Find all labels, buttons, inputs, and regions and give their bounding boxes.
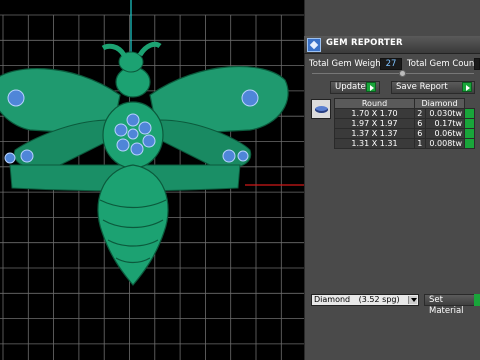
row-play-icon[interactable] [464,108,475,119]
table-row[interactable]: 1.37 X 1.37 6 0.06tw [334,128,475,139]
update-button-label: Update [335,82,366,92]
row-play-icon[interactable] [464,138,475,149]
update-play-icon[interactable] [366,82,376,92]
row-play-icon[interactable] [464,118,475,129]
total-gem-weight-label: Total Gem Weight [309,59,384,69]
material-select[interactable]: Diamond (3.52 spg) [311,294,419,306]
dropdown-arrow-icon[interactable] [408,296,417,304]
row-play-icon[interactable] [464,128,475,139]
panel-slider-handle[interactable] [399,70,406,77]
bee-model[interactable] [0,41,289,286]
table-row[interactable]: 1.97 X 1.97 6 0.17tw [334,118,475,129]
gem-size: 1.97 X 1.97 [334,118,415,129]
gem-weight: 0.17tw [424,118,466,129]
gem-table: Round Diamond 1.70 X 1.70 2 0.030tw 1.97… [334,98,475,149]
gem-reporter-logo-icon [307,38,321,52]
gem-size: 1.37 X 1.37 [334,128,415,139]
table-row[interactable]: 1.70 X 1.70 2 0.030tw [334,108,475,119]
panel-title: GEM REPORTER [326,38,403,48]
gem-count: 6 [414,128,426,139]
save-report-play-icon[interactable] [462,82,472,92]
col-header-round: Round [334,98,415,109]
save-report-button-label: Save Report [396,82,448,92]
gem-count: 6 [414,118,426,129]
set-material-play-icon[interactable] [474,294,480,306]
col-header-diamond: Diamond [414,98,465,109]
total-gem-count-label: Total Gem Count [407,59,478,69]
gem-size: 1.31 X 1.31 [334,138,415,149]
set-material-label: Set Material [429,295,464,316]
material-spg: (3.52 spg) [358,295,400,304]
gem-weight: 0.030tw [424,108,466,119]
material-name: Diamond [314,295,351,304]
gem-count: 2 [414,108,426,119]
3d-viewport[interactable] [0,0,304,360]
panel-titlebar[interactable]: GEM REPORTER [304,36,480,54]
gem-size: 1.70 X 1.70 [334,108,415,119]
table-row[interactable]: 1.31 X 1.31 1 0.008tw [334,138,475,149]
gem-count: 1 [414,138,426,149]
gem-weight: 0.06tw [424,128,466,139]
total-gem-weight-value: 27 [380,58,402,70]
round-gem-icon[interactable] [311,99,331,119]
total-gem-count-value [474,58,480,70]
viewport-canvas[interactable] [0,0,304,360]
set-material-button[interactable]: Set Material [424,294,476,316]
gem-weight: 0.008tw [424,138,466,149]
divider [312,73,474,74]
